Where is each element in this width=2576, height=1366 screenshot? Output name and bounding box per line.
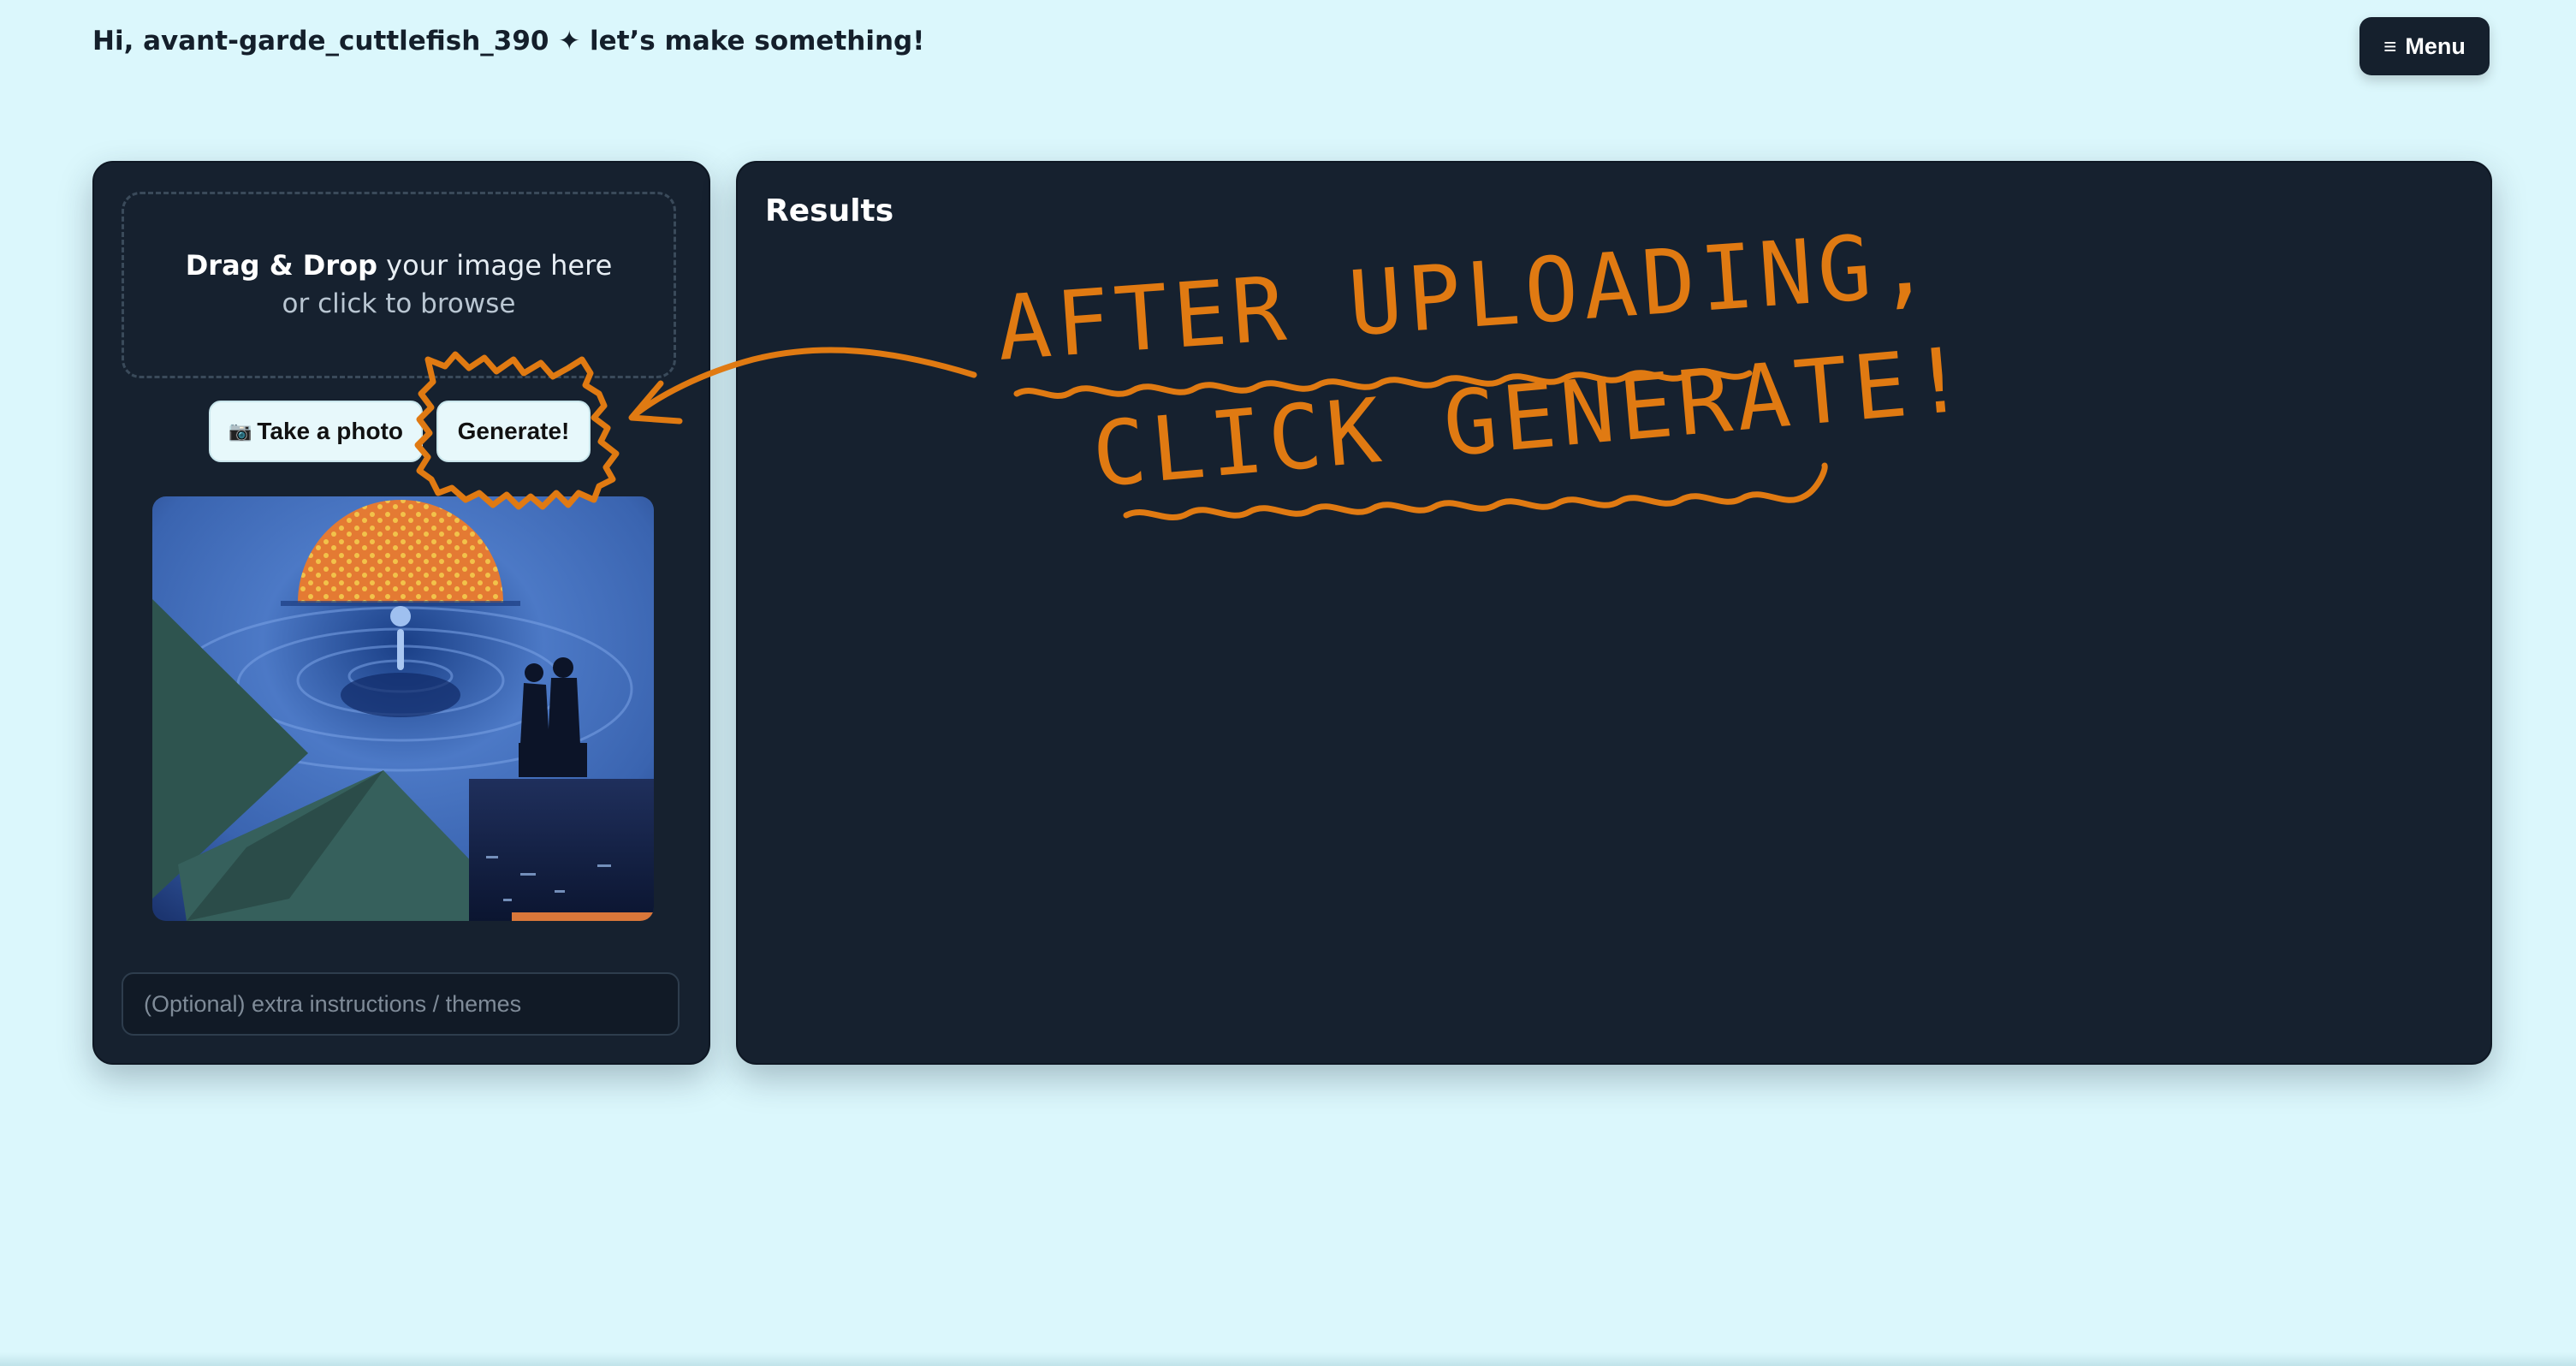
take-photo-label: Take a photo — [257, 418, 404, 444]
camera-icon: 📷 — [228, 420, 252, 442]
dropzone-line2: or click to browse — [282, 288, 516, 319]
instructions-input[interactable] — [122, 972, 680, 1036]
greeting-text: Hi, avant-garde_cuttlefish_390 ✦ let’s m… — [92, 26, 925, 56]
hamburger-icon: ≡ — [2383, 33, 2397, 59]
menu-label: Menu — [2405, 33, 2466, 59]
dropzone-rest: your image here — [377, 249, 613, 282]
collage-image — [152, 496, 654, 921]
results-title: Results — [765, 193, 894, 229]
menu-button[interactable]: ≡ Menu — [2359, 17, 2490, 75]
top-bar: Hi, avant-garde_cuttlefish_390 ✦ let’s m… — [0, 0, 2576, 94]
image-dropzone[interactable]: Drag & Drop your image here or click to … — [122, 192, 676, 378]
generate-label: Generate! — [457, 418, 570, 444]
upload-panel: Drag & Drop your image here or click to … — [92, 161, 710, 1065]
dropzone-bold: Drag & Drop — [185, 249, 377, 282]
uploaded-image-preview — [152, 496, 654, 921]
dropzone-line1: Drag & Drop your image here — [124, 249, 674, 282]
take-photo-button[interactable]: 📷 Take a photo — [209, 401, 423, 462]
results-panel: Results — [736, 161, 2492, 1065]
generate-button[interactable]: Generate! — [436, 401, 591, 462]
bottom-shadow — [0, 1352, 2576, 1366]
